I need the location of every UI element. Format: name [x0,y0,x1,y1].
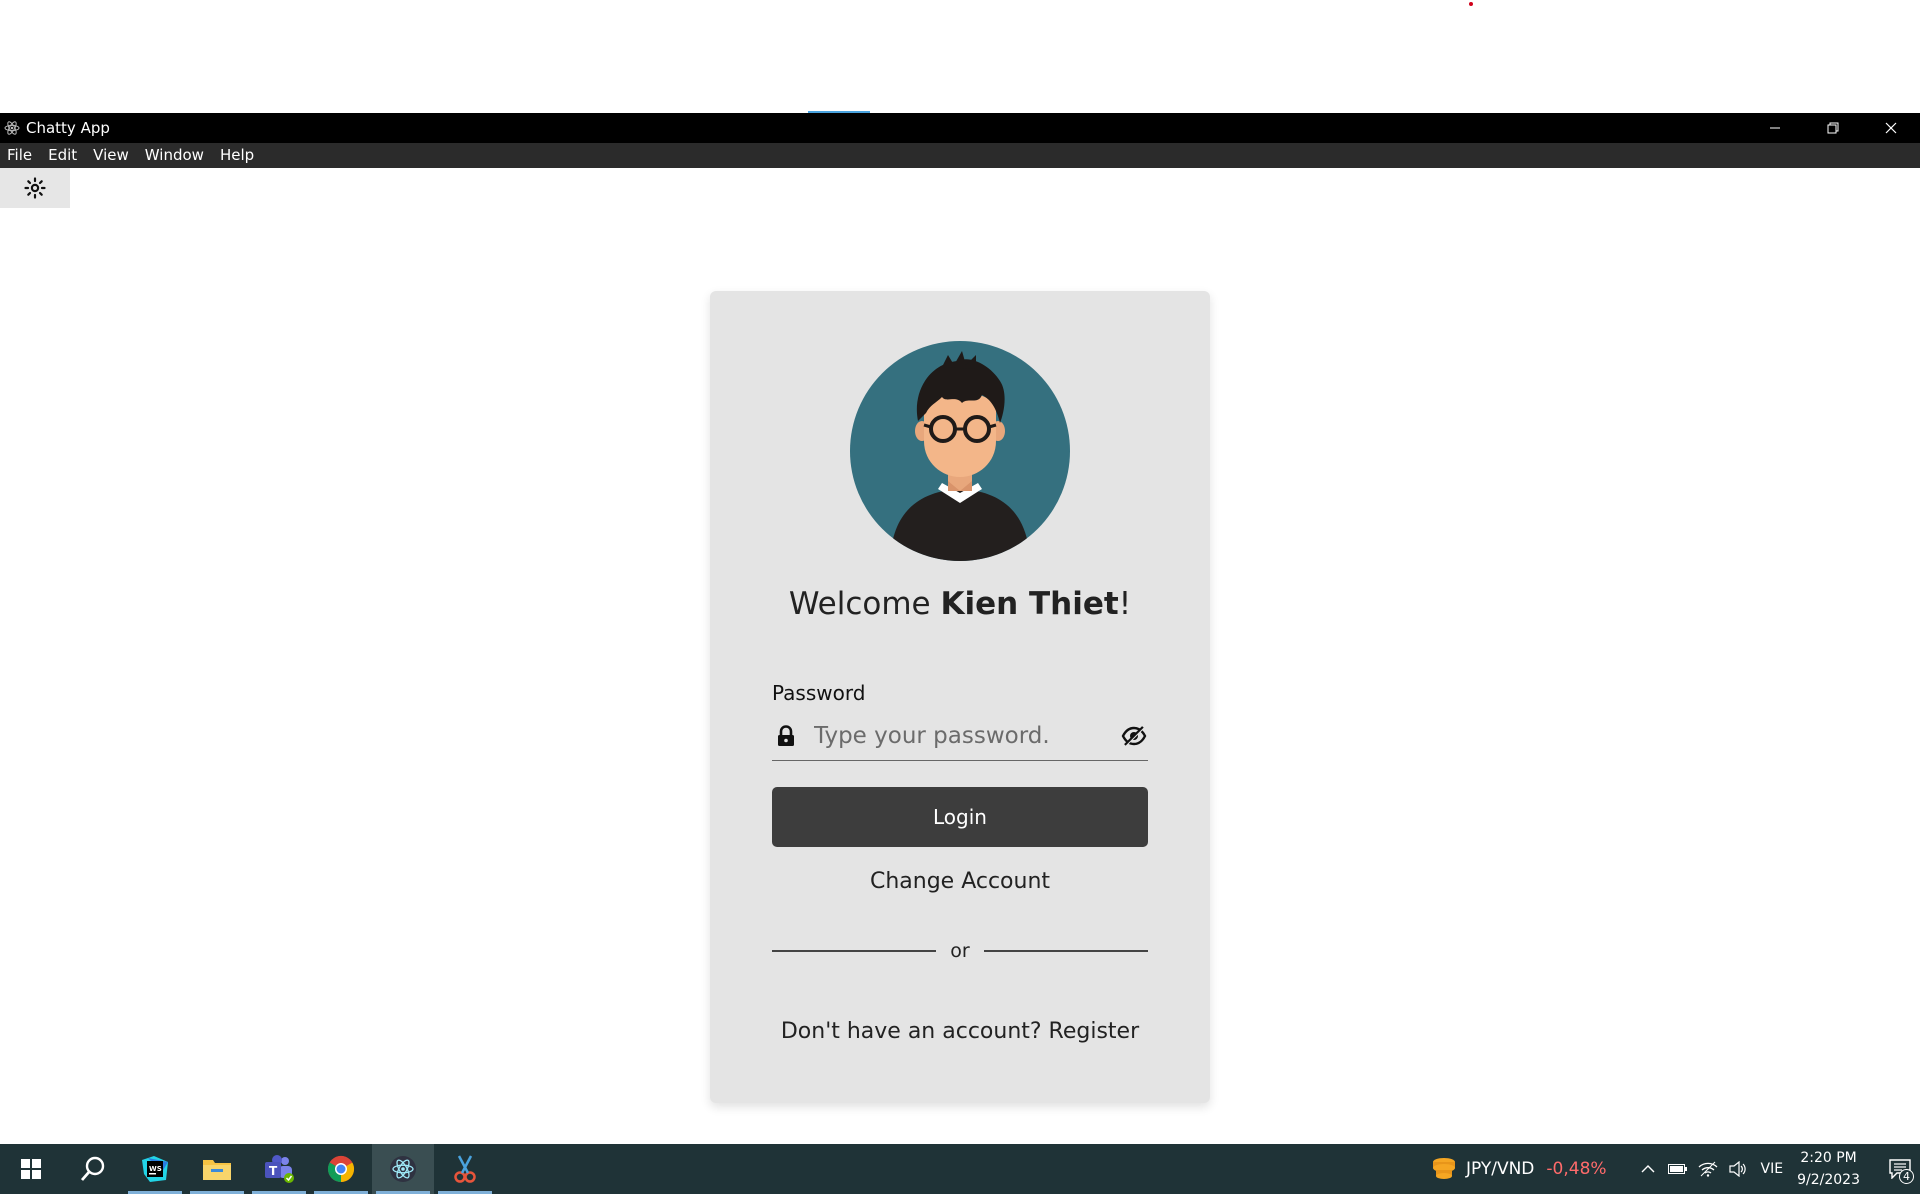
register-link[interactable]: Don't have an account? Register [710,1019,1210,1044]
notification-center-button[interactable]: 4 [1880,1144,1920,1194]
coins-icon [1432,1158,1455,1179]
welcome-prefix: Welcome [788,586,941,622]
wifi-icon[interactable] [1693,1144,1723,1194]
stock-ticker-widget[interactable]: JPY/VND -0,48% [1430,1156,1607,1182]
desktop-top-area [0,0,1920,113]
menubar: File Edit View Window Help [0,143,1920,168]
window-title: Chatty App [26,119,110,137]
speaker-icon[interactable] [1723,1144,1753,1194]
electron-app-icon[interactable] [372,1144,434,1194]
window-titlebar[interactable]: Chatty App [0,113,1920,143]
menu-edit[interactable]: Edit [40,143,85,168]
language-indicator[interactable]: VIE [1761,1161,1784,1177]
electron-icon [3,119,21,137]
menu-file[interactable]: File [0,143,40,168]
password-input[interactable] [814,715,1120,756]
menu-window[interactable]: Window [137,143,212,168]
welcome-suffix: ! [1118,586,1132,622]
chrome-icon[interactable] [310,1144,372,1194]
or-divider: or [772,939,1148,963]
svg-text:WS: WS [149,1165,162,1173]
windows-start-icon[interactable] [0,1144,62,1194]
password-field [772,711,1148,761]
battery-icon[interactable] [1663,1144,1693,1194]
login-button[interactable]: Login [772,787,1148,847]
theme-toggle-button[interactable] [0,168,70,208]
clock-date: 9/2/2023 [1797,1172,1860,1188]
chevron-up-icon[interactable] [1633,1144,1663,1194]
snipping-tool-icon[interactable] [434,1144,496,1194]
welcome-heading: Welcome Kien Thiet! [710,586,1210,622]
restore-icon [1827,122,1839,134]
clock-time: 2:20 PM [1800,1150,1857,1166]
menu-view[interactable]: View [85,143,137,168]
menu-help[interactable]: Help [212,143,262,168]
lock-icon [774,724,798,748]
password-label: Password [772,681,866,705]
change-account-link[interactable]: Change Account [710,869,1210,894]
minimize-icon [1770,127,1780,129]
teams-icon[interactable]: T [248,1144,310,1194]
close-icon [1885,122,1897,134]
search-icon[interactable] [62,1144,124,1194]
avatar [850,341,1070,561]
sun-icon [24,177,46,199]
system-tray: JPY/VND -0,48% VIE 2:20 PM 9/2/2023 4 [1430,1144,1920,1194]
ticker-change: -0,48% [1546,1159,1607,1179]
divider-text: or [950,940,970,962]
close-button[interactable] [1862,113,1920,143]
minimize-button[interactable] [1746,113,1804,143]
taskbar: WS T JPY/VND -0,48% VIE 2:20 PM 9/2/2023… [0,1144,1920,1194]
user-name: Kien Thiet [940,586,1119,622]
clock[interactable]: 2:20 PM 9/2/2023 [1797,1147,1860,1191]
red-dot-mark [1469,2,1473,6]
file-explorer-icon[interactable] [186,1144,248,1194]
login-card: Welcome Kien Thiet! Password Login Chang… [710,291,1210,1103]
eye-slash-icon[interactable] [1120,722,1148,750]
ticker-pair: JPY/VND [1465,1159,1535,1179]
divider-line-left [772,950,936,952]
divider-line-right [984,950,1148,952]
restore-button[interactable] [1804,113,1862,143]
svg-text:T: T [269,1164,278,1178]
window-controls [1746,113,1920,143]
notification-badge: 4 [1899,1169,1914,1184]
webstorm-icon[interactable]: WS [124,1144,186,1194]
